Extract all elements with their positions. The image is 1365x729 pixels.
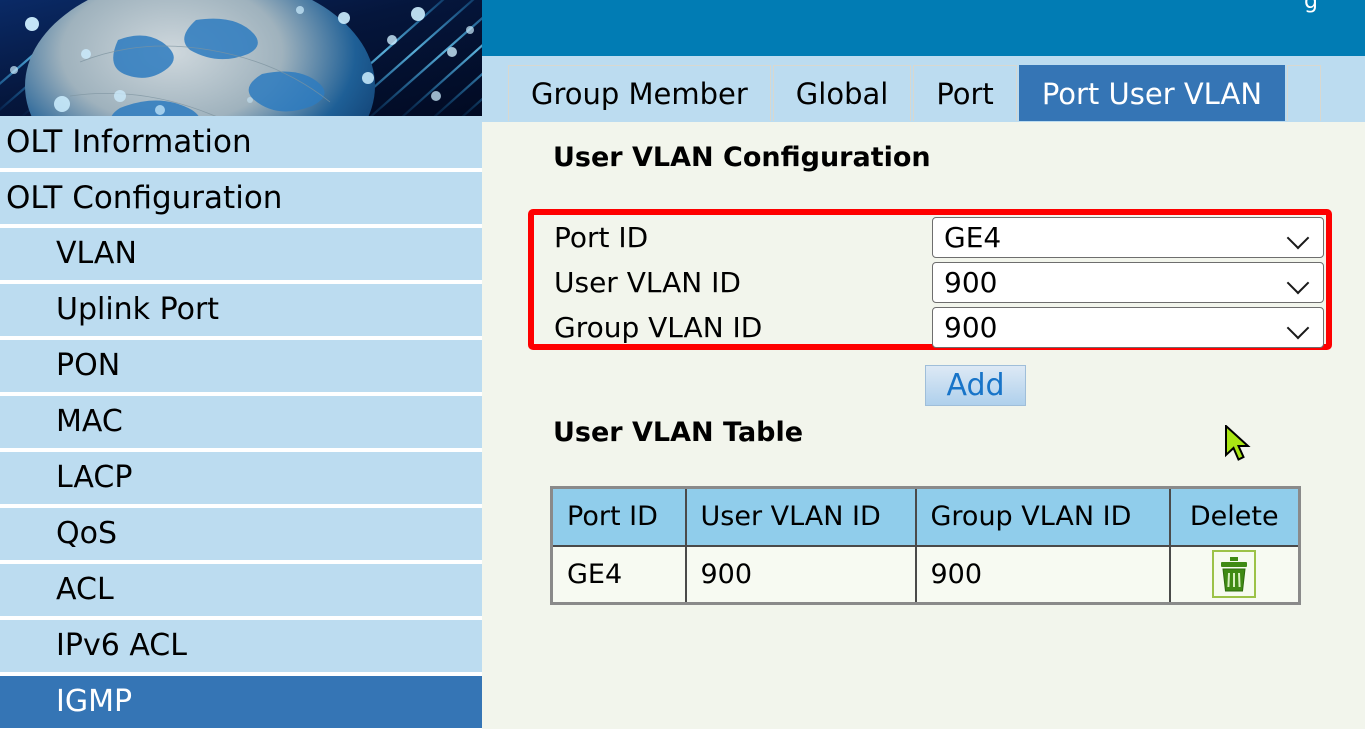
tab-port-user-vlan[interactable]: Port User VLAN [1018, 65, 1286, 121]
select-port-id-value: GE4 [944, 221, 1002, 254]
tab-overflow-partial[interactable] [1287, 65, 1322, 121]
sidebar-item-pon[interactable]: PON [0, 340, 482, 396]
select-group-vlan-id[interactable]: 900 [932, 307, 1324, 348]
cell-user-vlan-id: 900 [684, 544, 917, 605]
sidebar-item-label: IPv6 ACL [56, 628, 187, 663]
cell-port-id: GE4 [550, 544, 687, 605]
tab-port[interactable]: Port [913, 65, 1017, 121]
column-header-group-vlan-id: Group VLAN ID [914, 486, 1171, 547]
sidebar-item-acl[interactable]: ACL [0, 564, 482, 620]
cell-group-vlan-id: 900 [914, 544, 1171, 605]
tab-label: Group Member [531, 76, 748, 111]
column-header-port-id: Port ID [550, 486, 687, 547]
globe-banner-image [0, 0, 482, 116]
user-vlan-configuration-form: Port ID GE4 User VLAN ID 900 Group VLAN … [534, 215, 1326, 350]
column-header-delete: Delete [1168, 486, 1301, 547]
sidebar: OLT Information OLT Configuration VLAN U… [0, 0, 482, 729]
sidebar-item-label: VLAN [56, 236, 137, 271]
sidebar-item-label: Uplink Port [56, 292, 220, 327]
table-row: GE4 900 900 [550, 544, 1301, 605]
sidebar-item-label: MAC [56, 404, 123, 439]
sidebar-item-label: ACL [56, 572, 114, 607]
cut-off-header-text: g [1304, 0, 1318, 14]
top-header-bar: g [482, 0, 1365, 56]
sidebar-item-qos[interactable]: QoS [0, 508, 482, 564]
sidebar-item-olt-information[interactable]: OLT Information [0, 116, 482, 172]
delete-button[interactable] [1171, 550, 1299, 599]
sidebar-item-lacp[interactable]: LACP [0, 452, 482, 508]
form-row-port-id: Port ID GE4 [534, 215, 1326, 260]
sidebar-item-vlan[interactable]: VLAN [0, 228, 482, 284]
add-button-label: Add [946, 368, 1005, 403]
tab-global[interactable]: Global [772, 65, 912, 121]
sidebar-item-label: PON [56, 348, 121, 383]
chevron-down-icon [1289, 318, 1309, 338]
section-title-user-vlan-table: User VLAN Table [553, 417, 804, 448]
select-user-vlan-id[interactable]: 900 [932, 262, 1324, 303]
sidebar-item-label: OLT Configuration [6, 179, 283, 216]
tab-label: Global [795, 76, 889, 111]
sidebar-item-label: IGMP [56, 684, 133, 719]
user-vlan-table: Port ID User VLAN ID Group VLAN ID Delet… [550, 486, 1301, 605]
tab-group-member[interactable]: Group Member [508, 65, 771, 121]
select-user-vlan-id-value: 900 [944, 266, 998, 299]
sidebar-item-mac[interactable]: MAC [0, 396, 482, 452]
form-row-user-vlan-id: User VLAN ID 900 [534, 260, 1326, 305]
sidebar-item-label: LACP [56, 460, 133, 495]
add-button[interactable]: Add [925, 365, 1026, 406]
page-root: OLT Information OLT Configuration VLAN U… [0, 0, 1365, 729]
sidebar-item-ipv6-acl[interactable]: IPv6 ACL [0, 620, 482, 676]
label-port-id: Port ID [554, 221, 649, 254]
chevron-down-icon [1289, 228, 1309, 248]
sidebar-nav: OLT Information OLT Configuration VLAN U… [0, 116, 482, 729]
chevron-down-icon [1289, 273, 1309, 293]
main-content: User VLAN Configuration Port ID GE4 User… [484, 122, 1365, 729]
label-user-vlan-id: User VLAN ID [554, 266, 741, 299]
tab-label: Port User VLAN [1041, 76, 1263, 111]
page-title-user-vlan-configuration: User VLAN Configuration [553, 142, 931, 173]
label-group-vlan-id: Group VLAN ID [554, 311, 763, 344]
cell-delete [1168, 544, 1301, 605]
select-port-id[interactable]: GE4 [932, 217, 1324, 258]
trash-icon [1212, 550, 1257, 599]
tab-label: Port [936, 76, 994, 111]
sidebar-item-uplink-port[interactable]: Uplink Port [0, 284, 482, 340]
sidebar-item-igmp[interactable]: IGMP [0, 676, 482, 729]
table-header-row: Port ID User VLAN ID Group VLAN ID Delet… [550, 486, 1301, 547]
column-header-user-vlan-id: User VLAN ID [684, 486, 917, 547]
tab-bar: Group Member Global Port Port User VLAN [508, 65, 1322, 121]
sidebar-item-olt-configuration[interactable]: OLT Configuration [0, 172, 482, 228]
sidebar-item-label: QoS [56, 516, 118, 551]
select-group-vlan-id-value: 900 [944, 311, 998, 344]
sidebar-item-label: OLT Information [6, 123, 252, 160]
form-row-group-vlan-id: Group VLAN ID 900 [534, 305, 1326, 350]
